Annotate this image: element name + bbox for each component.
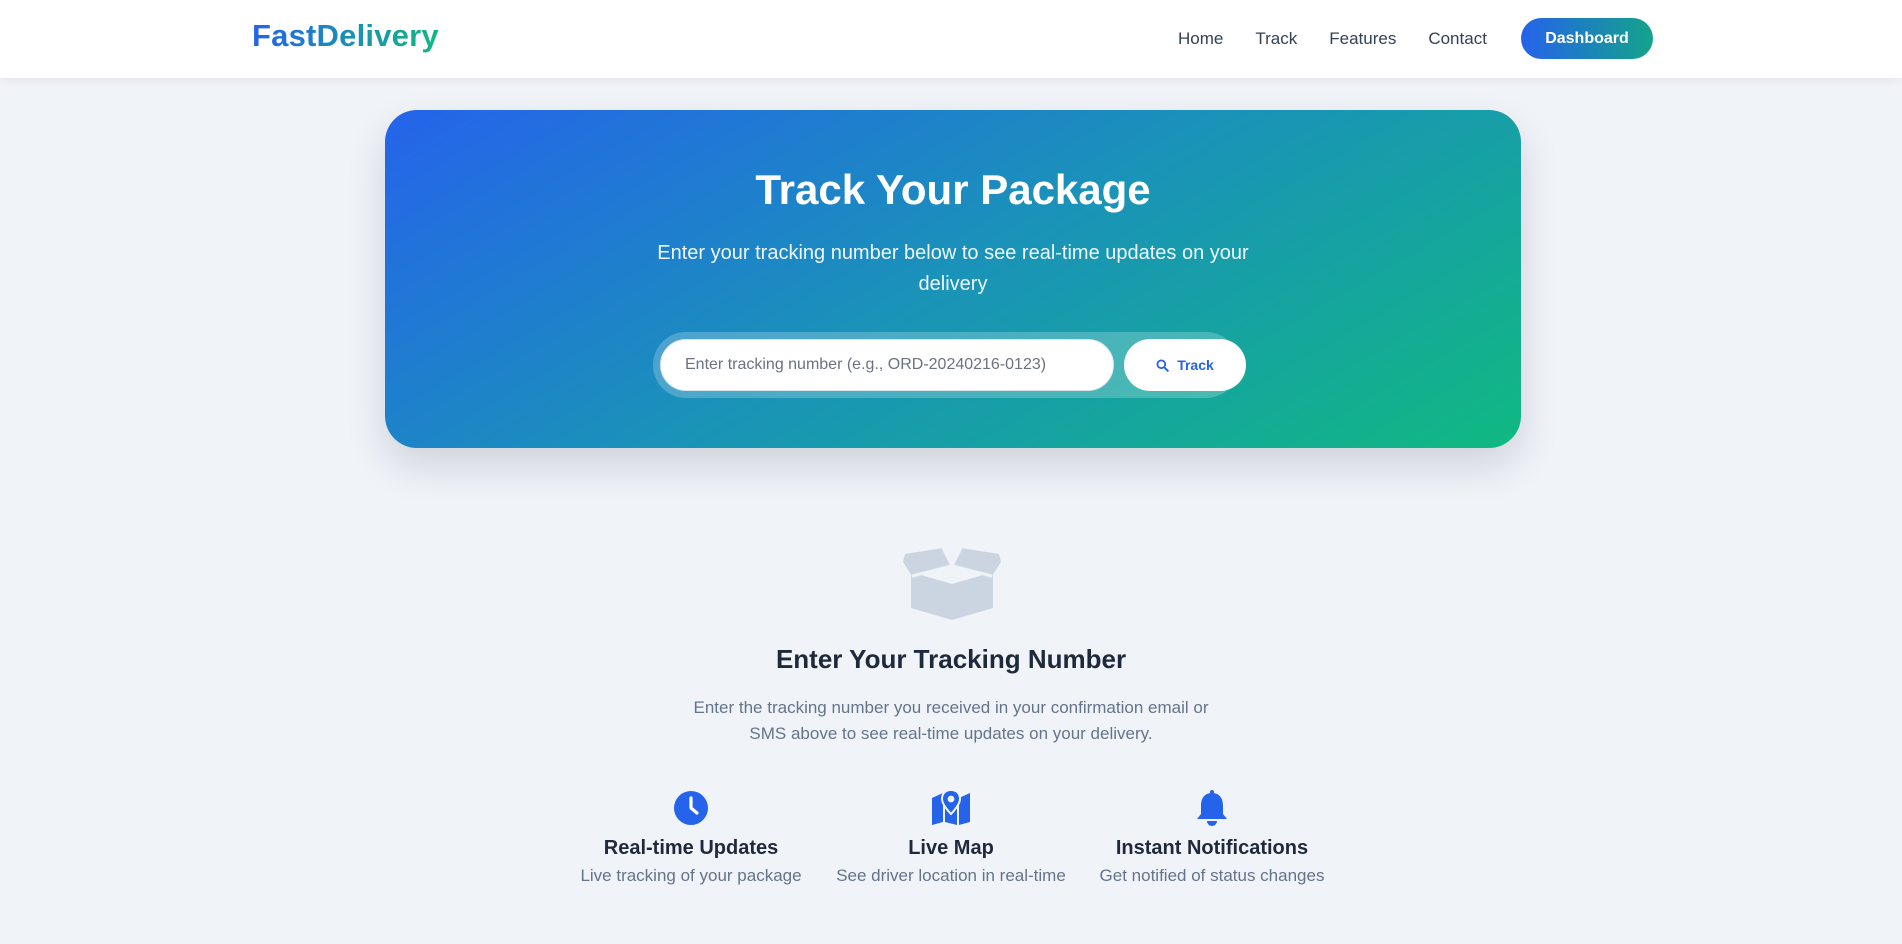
feature-instant-notifications: Instant Notifications Get notified of st… — [1081, 790, 1343, 886]
nav-link-home[interactable]: Home — [1178, 27, 1223, 51]
bell-icon — [1192, 790, 1232, 826]
nav-link-contact[interactable]: Contact — [1428, 27, 1487, 51]
feature-title: Instant Notifications — [1115, 837, 1309, 859]
track-button[interactable]: Track — [1124, 339, 1246, 391]
map-pin-icon — [931, 788, 971, 826]
feature-description: Get notified of status changes — [1099, 866, 1325, 885]
open-box-icon — [903, 546, 1001, 620]
feature-description: Live tracking of your package — [580, 866, 802, 885]
hero-subtitle: Enter your tracking number below to see … — [657, 242, 1249, 295]
nav-link-track[interactable]: Track — [1255, 27, 1297, 51]
brand-logo[interactable]: FastDelivery — [252, 18, 439, 54]
hero-title: Track Your Package — [755, 166, 1151, 213]
track-button-label: Track — [1177, 357, 1214, 373]
feature-title: Real-time Updates — [603, 837, 779, 859]
empty-state-description: Enter the tracking number you received i… — [693, 698, 1209, 743]
search-icon — [1156, 358, 1169, 372]
tracking-number-input[interactable] — [660, 339, 1114, 391]
feature-live-map: Live Map See driver location in real-tim… — [820, 788, 1082, 886]
feature-description: See driver location in real-time — [836, 866, 1066, 885]
top-navbar: FastDelivery Home Track Features Contact… — [0, 0, 1902, 78]
nav-link-features[interactable]: Features — [1329, 27, 1396, 51]
feature-realtime-updates: Real-time Updates Live tracking of your … — [560, 790, 822, 886]
dashboard-button[interactable]: Dashboard — [1521, 18, 1653, 59]
empty-state-title: Enter Your Tracking Number — [775, 644, 1127, 674]
tracking-hero: Track Your Package Enter your tracking n… — [385, 110, 1521, 448]
clock-icon — [671, 790, 711, 826]
feature-title: Live Map — [908, 837, 994, 859]
nav-links: Home Track Features Contact — [1178, 27, 1519, 51]
